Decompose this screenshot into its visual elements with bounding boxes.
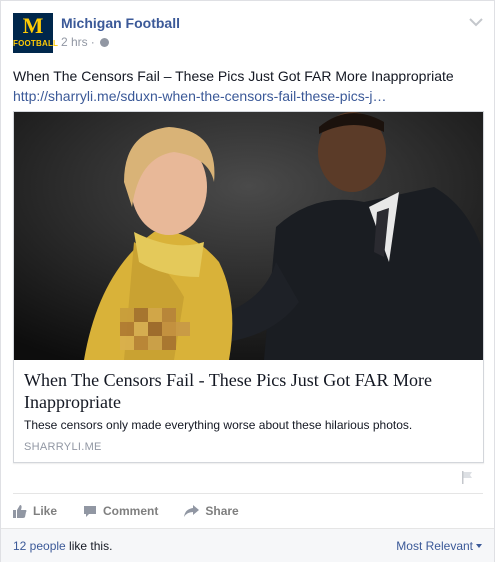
avatar-letter: M	[22, 13, 44, 38]
post-footer: 12 people like this. Most Relevant	[1, 528, 494, 562]
card-description: These censors only made everything worse…	[24, 418, 413, 432]
post-link[interactable]: http://sharryli.me/sduxn-when-the-censor…	[13, 86, 483, 106]
post-text: When The Censors Fail – These Pics Just …	[13, 68, 454, 84]
card-title[interactable]: When The Censors Fail - These Pics Just …	[24, 369, 474, 413]
comment-icon	[84, 505, 97, 517]
globe-icon	[99, 37, 109, 47]
likes-suffix: like this.	[65, 539, 113, 553]
like-button[interactable]: Like	[13, 504, 57, 518]
post-timestamp[interactable]: 2 hrs	[61, 35, 88, 49]
page-avatar[interactable]: M FOOTBALL	[13, 13, 59, 53]
share-button[interactable]: Share	[184, 504, 239, 518]
caret-down-icon	[476, 544, 482, 548]
thumbs-up-icon	[13, 505, 27, 518]
likes-people-link[interactable]: 12 people	[13, 539, 66, 553]
avatar-word: FOOTBALL	[13, 39, 59, 48]
link-preview-card[interactable]: When The Censors Fail - These Pics Just …	[13, 111, 484, 463]
likes-summary: 12 people like this.	[13, 539, 112, 553]
post-header: M FOOTBALL Michigan Football 2 hrs ·	[13, 13, 483, 53]
link-preview-image[interactable]	[14, 112, 483, 360]
share-icon	[184, 505, 200, 517]
share-label: Share	[205, 504, 239, 518]
comment-label: Comment	[103, 504, 159, 518]
page-name-link[interactable]: Michigan Football	[61, 15, 180, 31]
card-domain: SHARRYLI.ME	[24, 441, 102, 453]
actions-divider	[13, 493, 483, 494]
meta-separator: ·	[90, 35, 95, 49]
chevron-down-icon[interactable]	[469, 17, 483, 27]
sort-dropdown[interactable]: Most Relevant	[396, 539, 482, 553]
feed-post: M FOOTBALL Michigan Football 2 hrs · Whe…	[0, 0, 495, 562]
post-meta: 2 hrs ·	[61, 35, 109, 49]
flag-icon[interactable]	[460, 470, 474, 484]
post-actions: Like Comment Share	[13, 501, 265, 521]
comment-button[interactable]: Comment	[83, 504, 158, 518]
like-label: Like	[33, 504, 58, 518]
sort-label: Most Relevant	[396, 539, 473, 553]
